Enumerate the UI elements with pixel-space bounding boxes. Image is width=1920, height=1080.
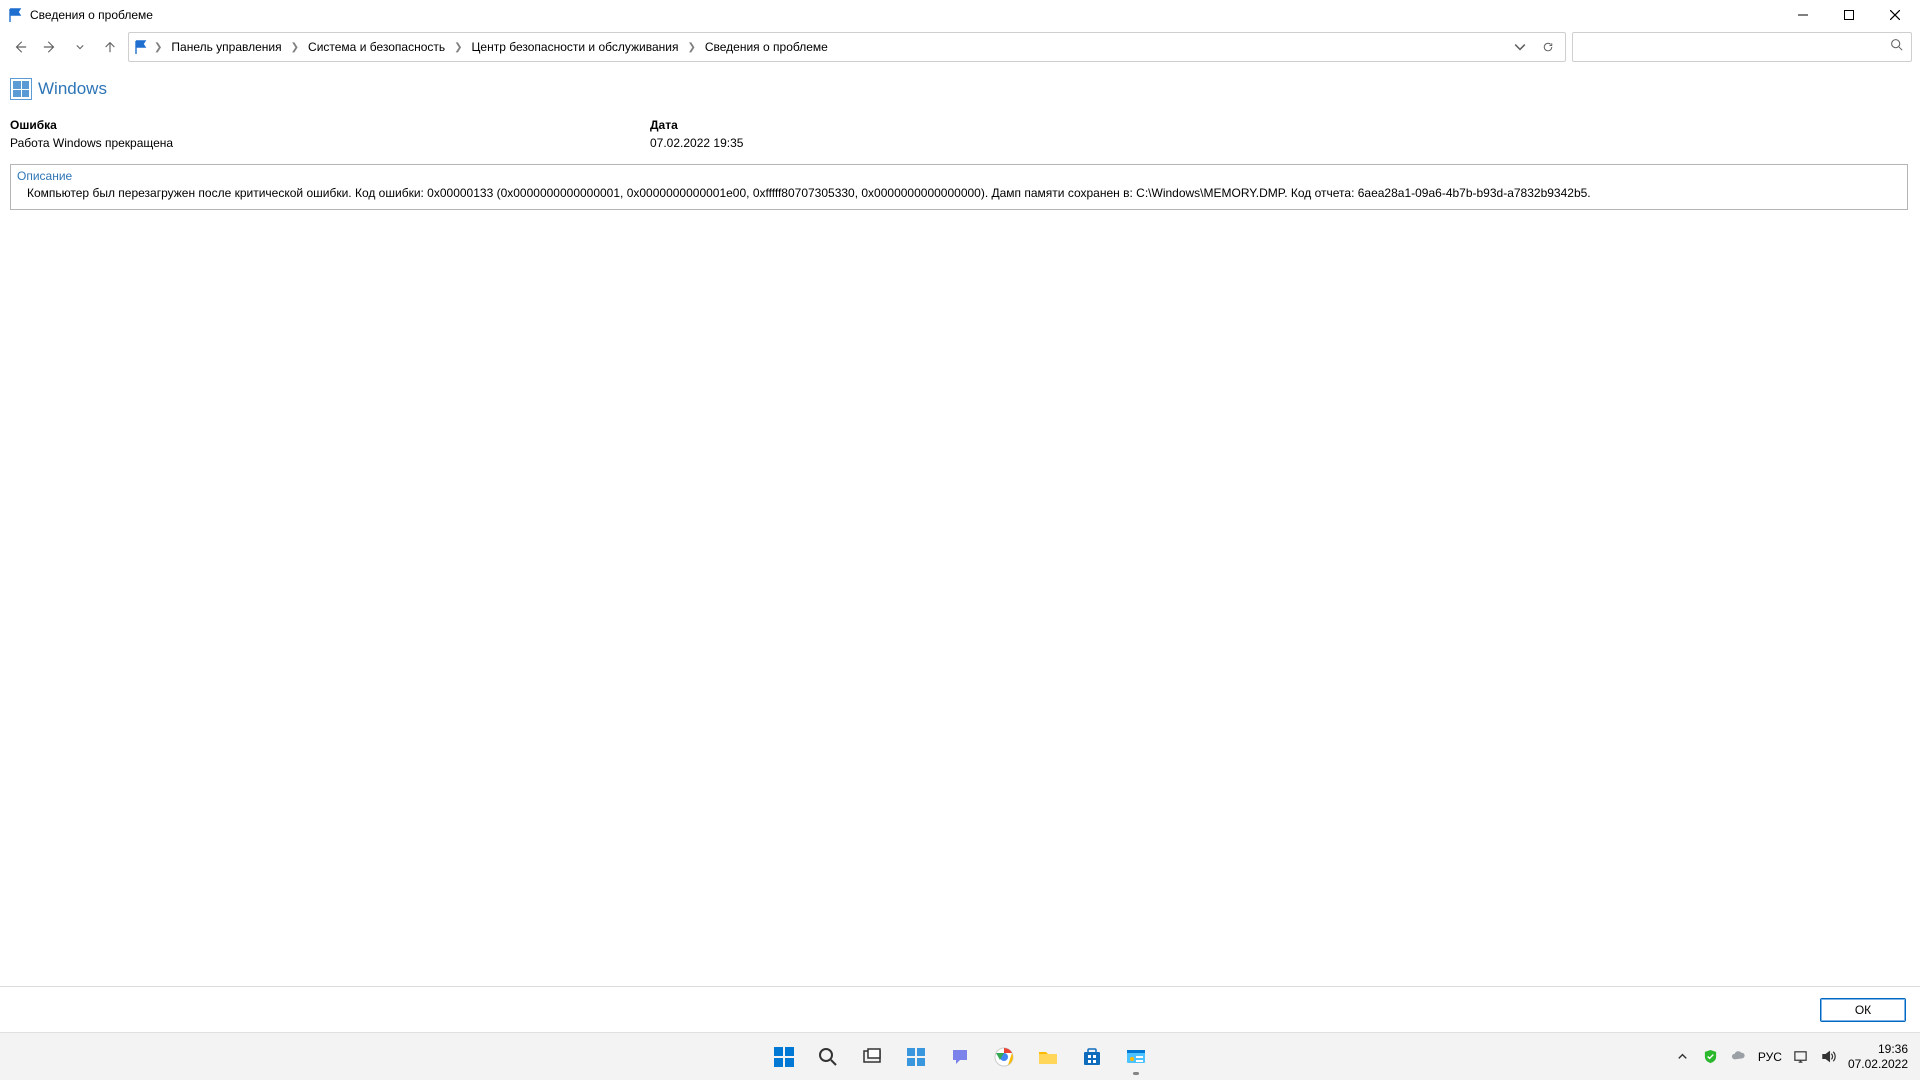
- app-flag-icon: [8, 7, 24, 23]
- chevron-right-icon[interactable]: ❯: [151, 42, 165, 53]
- network-icon[interactable]: [1792, 1048, 1810, 1066]
- breadcrumb-item[interactable]: Центр безопасности и обслуживания: [468, 38, 683, 56]
- page-heading: Windows: [38, 79, 107, 99]
- chat-button[interactable]: [940, 1037, 980, 1077]
- date-value: 07.02.2022 19:35: [650, 136, 743, 150]
- close-button[interactable]: [1872, 0, 1918, 30]
- toolbar: ❯ Панель управления ❯ Система и безопасн…: [0, 30, 1920, 64]
- security-icon[interactable]: [1702, 1048, 1720, 1066]
- control-panel-icon[interactable]: [1116, 1037, 1156, 1077]
- start-button[interactable]: [764, 1037, 804, 1077]
- language-indicator[interactable]: РУС: [1758, 1050, 1782, 1064]
- taskbar-clock[interactable]: 19:36 07.02.2022: [1848, 1042, 1912, 1071]
- description-text: Компьютер был перезагружен после критиче…: [17, 185, 1901, 201]
- address-flag-icon: [133, 39, 149, 55]
- search-icon[interactable]: [1890, 38, 1903, 56]
- error-value: Работа Windows прекращена: [10, 136, 650, 150]
- content-area: Windows Ошибка Работа Windows прекращена…: [0, 64, 1920, 986]
- search-box[interactable]: [1572, 32, 1912, 62]
- address-bar[interactable]: ❯ Панель управления ❯ Система и безопасн…: [128, 32, 1566, 62]
- chevron-right-icon[interactable]: ❯: [451, 42, 465, 53]
- clock-date: 07.02.2022: [1848, 1057, 1908, 1071]
- breadcrumb-item[interactable]: Сведения о проблеме: [701, 38, 832, 56]
- clock-time: 19:36: [1848, 1042, 1908, 1056]
- description-box: Описание Компьютер был перезагружен посл…: [10, 164, 1908, 210]
- search-input[interactable]: [1581, 40, 1890, 54]
- system-tray: РУС 19:36 07.02.2022: [1674, 1042, 1912, 1071]
- breadcrumb-item[interactable]: Панель управления: [167, 38, 285, 56]
- error-label: Ошибка: [10, 118, 650, 132]
- onedrive-icon[interactable]: [1730, 1048, 1748, 1066]
- task-view-button[interactable]: [852, 1037, 892, 1077]
- breadcrumb-item[interactable]: Система и безопасность: [304, 38, 449, 56]
- taskbar: РУС 19:36 07.02.2022: [0, 1032, 1920, 1080]
- volume-icon[interactable]: [1820, 1048, 1838, 1066]
- microsoft-store-icon[interactable]: [1072, 1037, 1112, 1077]
- widgets-button[interactable]: [896, 1037, 936, 1077]
- taskbar-search-button[interactable]: [808, 1037, 848, 1077]
- maximize-button[interactable]: [1826, 0, 1872, 30]
- refresh-button[interactable]: [1535, 34, 1561, 60]
- recent-locations-button[interactable]: [68, 35, 92, 59]
- chrome-icon[interactable]: [984, 1037, 1024, 1077]
- date-label: Дата: [650, 118, 743, 132]
- tray-overflow-button[interactable]: [1674, 1048, 1692, 1066]
- ok-button[interactable]: ОК: [1820, 998, 1906, 1022]
- minimize-button[interactable]: [1780, 0, 1826, 30]
- file-explorer-icon[interactable]: [1028, 1037, 1068, 1077]
- address-dropdown-button[interactable]: [1507, 34, 1533, 60]
- forward-button[interactable]: [38, 35, 62, 59]
- chevron-right-icon[interactable]: ❯: [288, 42, 302, 53]
- windows-logo-icon: [10, 78, 32, 100]
- title-bar: Сведения о проблеме: [0, 0, 1920, 30]
- taskbar-center: [764, 1037, 1156, 1077]
- back-button[interactable]: [8, 35, 32, 59]
- description-label: Описание: [17, 169, 1901, 183]
- chevron-right-icon[interactable]: ❯: [684, 42, 698, 53]
- window-title: Сведения о проблеме: [30, 8, 153, 22]
- up-button[interactable]: [98, 35, 122, 59]
- footer-bar: ОК: [0, 986, 1920, 1032]
